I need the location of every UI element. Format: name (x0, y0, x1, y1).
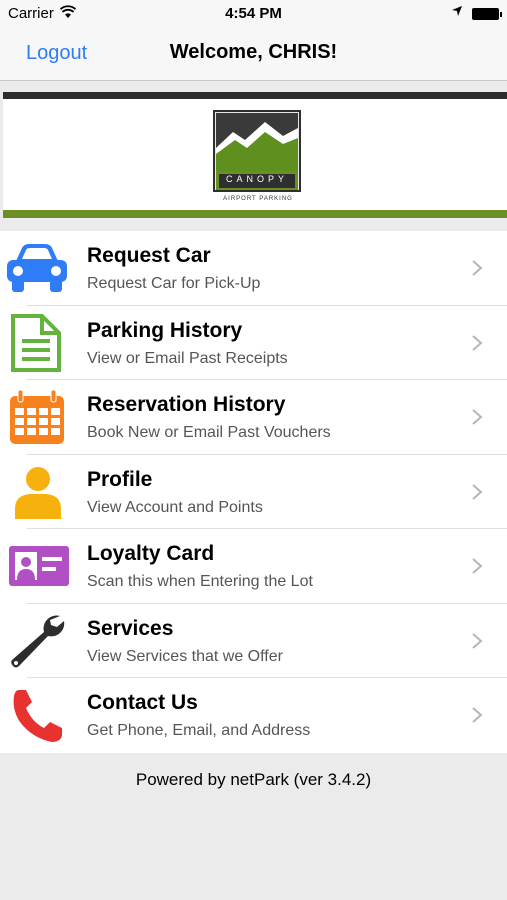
person-icon (15, 466, 61, 519)
navigation-bar: Logout Welcome, CHRIS! (0, 28, 507, 81)
location-arrow-icon (451, 5, 463, 20)
menu-item-label: Contact Us (87, 691, 198, 714)
car-icon (7, 244, 67, 292)
clock: 4:54 PM (225, 5, 282, 22)
menu-item-subtitle: View Account and Points (87, 498, 263, 516)
chevron-right-icon (472, 334, 483, 351)
chevron-right-icon (472, 260, 483, 276)
banner-top-stripe (3, 92, 507, 99)
chevron-right-icon (472, 409, 483, 425)
menu-item-subtitle: Scan this when Entering the Lot (87, 573, 313, 590)
banner-bottom-stripe (3, 210, 507, 218)
menu-item-profile[interactable]: Profile View Account and Points (0, 455, 507, 529)
powered-by-footer: Powered by netPark (ver 3.4.2) (135, 770, 372, 789)
chevron-right-icon (472, 558, 483, 574)
chevron-right-icon (472, 707, 483, 723)
menu-item-label: Profile (87, 467, 153, 491)
menu-item-contact-us[interactable]: Contact Us Get Phone, Email, and Address (0, 678, 507, 753)
battery-icon (472, 8, 502, 20)
phone-icon (13, 690, 63, 742)
menu-item-subtitle: Request Car for Pick-Up (87, 275, 261, 292)
menu-item-parking-history[interactable]: Parking History View or Email Past Recei… (0, 306, 507, 380)
brand-banner: CANOPY AIRPORT PARKING (3, 92, 507, 218)
menu-item-label: Reservation History (87, 393, 286, 416)
id-card-icon (9, 546, 69, 586)
logo-wordmark: CANOPY (225, 174, 288, 184)
menu-item-subtitle: Book New or Email Past Vouchers (87, 424, 331, 441)
document-icon (11, 313, 61, 372)
menu-item-services[interactable]: Services View Services that we Offer (0, 604, 507, 678)
menu-item-reservation-history[interactable]: Reservation History Book New or Email Pa… (0, 380, 507, 455)
menu-item-loyalty-card[interactable]: Loyalty Card Scan this when Entering the… (0, 529, 507, 604)
menu-item-subtitle: View Services that we Offer (87, 647, 283, 665)
main-menu: Request Car Request Car for Pick-Up Park… (0, 231, 507, 753)
logo-tagline: AIRPORT PARKING (223, 196, 293, 202)
menu-item-subtitle: Get Phone, Email, and Address (87, 722, 311, 739)
menu-item-label: Loyalty Card (87, 542, 215, 565)
chevron-right-icon (472, 632, 483, 649)
status-bar: Carrier 4:54 PM (0, 0, 507, 28)
menu-item-label: Request Car (87, 244, 211, 267)
calendar-icon (10, 389, 64, 444)
menu-item-label: Parking History (87, 318, 243, 342)
menu-item-subtitle: View or Email Past Receipts (87, 349, 288, 367)
page-title: Welcome, CHRIS! (169, 41, 338, 63)
menu-item-request-car[interactable]: Request Car Request Car for Pick-Up (0, 231, 507, 306)
menu-item-label: Services (87, 616, 174, 640)
wrench-icon (11, 615, 65, 667)
chevron-right-icon (472, 483, 483, 500)
